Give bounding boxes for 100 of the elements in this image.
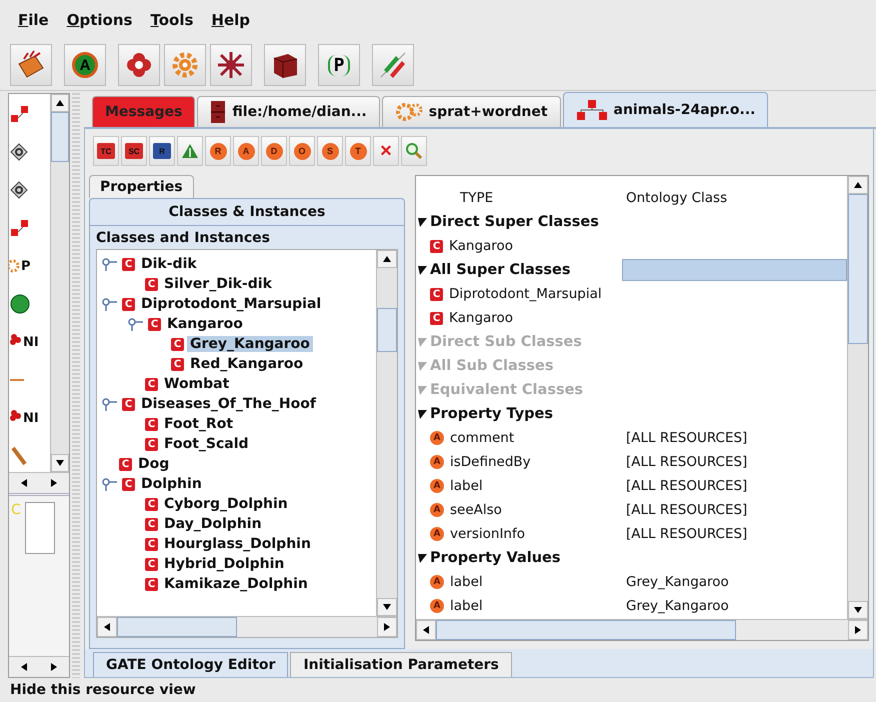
arrow-icon (50, 663, 58, 672)
toolbar-button[interactable] (10, 44, 52, 86)
tree-item[interactable]: Diseases_Of_The_Hoof (138, 396, 319, 412)
toolbar-button[interactable] (264, 44, 306, 86)
table-cell: isDefinedBy (450, 454, 531, 470)
document-tab[interactable]: sprat+wordnet (382, 96, 561, 127)
tree-item[interactable]: Silver_Dik-dik (161, 276, 275, 292)
tree-item[interactable]: Hourglass_Dolphin (161, 536, 314, 552)
tool-button[interactable]: O (289, 136, 315, 166)
list-box (24, 502, 55, 554)
tool-button[interactable] (177, 136, 203, 166)
expand-triangle-icon[interactable] (418, 265, 427, 275)
arrow-icon (56, 459, 64, 467)
panel-tab[interactable]: Properties (89, 175, 194, 198)
tree-item[interactable]: Foot_Rot (161, 416, 236, 432)
table-cell: Kangaroo (449, 238, 514, 254)
arrow-icon (383, 603, 391, 611)
scrollbar[interactable] (847, 176, 868, 619)
class-icon: C (145, 498, 158, 510)
tree-item[interactable]: Hybrid_Dolphin (161, 556, 288, 572)
tree-item[interactable]: Dik-dik (138, 256, 200, 272)
tree-item[interactable]: Kangaroo (164, 316, 246, 332)
tree-item[interactable]: Kamikaze_Dolphin (161, 576, 311, 592)
expand-triangle-icon[interactable] (418, 217, 427, 227)
scrollbar[interactable] (416, 619, 868, 640)
arrow-icon (20, 478, 28, 487)
tree-item[interactable]: Dog (135, 456, 172, 472)
scroll-thumb[interactable] (436, 620, 736, 640)
scrollbar[interactable] (50, 94, 69, 472)
section-header[interactable]: Direct Super Classes (430, 214, 599, 230)
gears-icon (394, 101, 423, 123)
document-tab[interactable]: file:/home/dian... (197, 96, 380, 127)
class-icon: C (145, 278, 158, 290)
menu-item[interactable]: File (18, 11, 49, 29)
tool-button[interactable]: SC (121, 136, 147, 166)
table-cell-text: Grey_Kangaroo (625, 598, 729, 614)
tree-item[interactable]: Grey_Kangaroo (187, 336, 313, 352)
expand-triangle-icon[interactable] (418, 409, 427, 419)
scroll-thumb[interactable] (51, 112, 69, 162)
gear-icon[interactable] (9, 257, 21, 275)
tree-item[interactable]: Day_Dolphin (161, 516, 265, 532)
tool-button[interactable]: R (205, 136, 231, 166)
scrollbar[interactable] (97, 616, 397, 637)
property-icon: A (430, 455, 444, 469)
tool-button[interactable]: T (345, 136, 371, 166)
expand-handle-icon[interactable] (101, 397, 117, 411)
class-icon: C (145, 418, 158, 430)
resource-label[interactable]: NI (23, 334, 39, 350)
tool-button[interactable]: D (261, 136, 287, 166)
tree-icon[interactable] (9, 105, 31, 123)
scrollbar[interactable] (9, 472, 69, 493)
toolbar-button[interactable]: A (64, 44, 106, 86)
scrollbar[interactable] (376, 250, 397, 616)
expand-handle-icon[interactable] (101, 297, 117, 311)
editor-tab[interactable]: GATE Ontology Editor (93, 652, 288, 677)
tool-button[interactable]: A (233, 136, 259, 166)
tool-button[interactable]: TC (93, 136, 119, 166)
scrollbar[interactable] (9, 656, 69, 678)
tool-button[interactable]: × (373, 136, 399, 166)
expand-handle-icon[interactable] (101, 257, 117, 271)
class-icon: C (122, 258, 135, 270)
tool-button[interactable] (401, 136, 427, 166)
menu-item[interactable]: Options (66, 11, 132, 29)
tree-item[interactable]: Dolphin (138, 476, 205, 492)
tree-item[interactable]: Foot_Scald (161, 436, 252, 452)
toolbar-button[interactable] (210, 44, 252, 86)
arrow-icon (854, 606, 862, 614)
expand-handle-icon[interactable] (101, 477, 117, 491)
tree-item[interactable]: Diprotodont_Marsupial (138, 296, 324, 312)
scroll-thumb[interactable] (848, 194, 868, 344)
arrow-icon (103, 623, 111, 631)
table-cell: comment (450, 430, 514, 446)
pencils-icon (378, 50, 408, 80)
panel-tab[interactable]: Classes & Instances (89, 198, 405, 225)
menu-item[interactable]: Tools (150, 11, 194, 29)
toolbar-button[interactable]: P (318, 44, 360, 86)
tree-item[interactable]: Red_Kangaroo (187, 356, 306, 372)
disk-icon[interactable] (9, 293, 31, 315)
scroll-thumb[interactable] (377, 308, 397, 352)
resource-label: C (11, 502, 21, 518)
table-cell-text: [ALL RESOURCES] (625, 478, 748, 494)
tree-icon[interactable] (9, 219, 31, 237)
flower-icon (124, 50, 154, 80)
resource-label[interactable]: NI (23, 410, 39, 426)
resource-label[interactable]: P (21, 258, 31, 274)
menu-item[interactable]: Help (211, 11, 250, 29)
scroll-thumb[interactable] (117, 617, 237, 637)
expand-triangle-icon[interactable] (418, 553, 427, 563)
document-tab[interactable]: animals-24apr.o... (562, 92, 768, 127)
toolbar-button[interactable] (118, 44, 160, 86)
tree-item[interactable]: Wombat (161, 376, 232, 392)
section-header[interactable]: All Super Classes (430, 262, 571, 278)
editor-tab[interactable]: Initialisation Parameters (290, 652, 512, 677)
section-header[interactable]: Property Values (430, 550, 561, 566)
section-header[interactable]: Property Types (430, 406, 554, 422)
tool-button[interactable]: S (317, 136, 343, 166)
tree-item[interactable]: Cyborg_Dolphin (161, 496, 291, 512)
box-icon (16, 50, 46, 80)
class-icon: C (122, 298, 135, 310)
expand-handle-icon[interactable] (127, 317, 143, 331)
